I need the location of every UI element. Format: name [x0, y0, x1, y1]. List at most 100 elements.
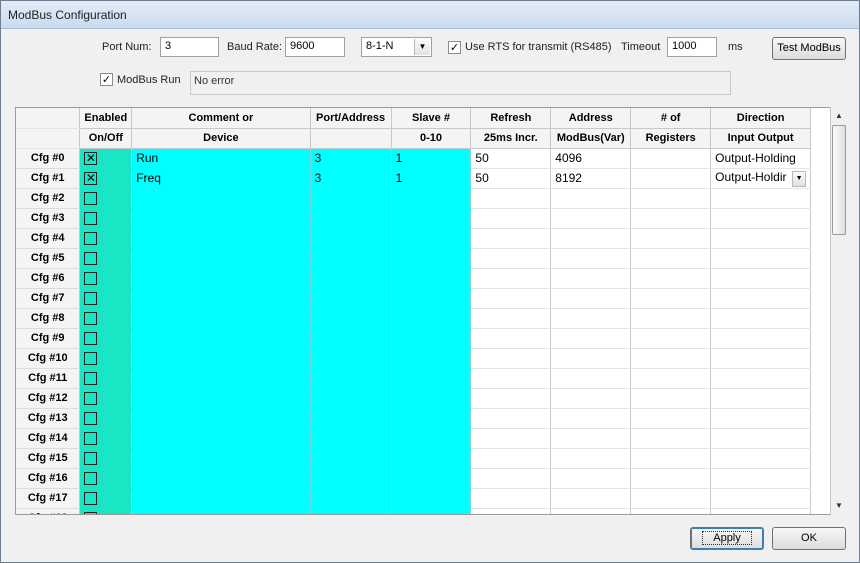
direction-cell[interactable]	[710, 268, 812, 289]
refresh-cell[interactable]	[470, 208, 552, 229]
port-address-cell[interactable]	[310, 188, 392, 209]
comment-cell[interactable]	[131, 408, 311, 429]
enabled-checkbox[interactable]	[84, 512, 98, 514]
enabled-checkbox[interactable]	[84, 472, 98, 486]
slave-cell[interactable]	[391, 228, 472, 249]
enabled-checkbox[interactable]	[84, 232, 98, 246]
refresh-cell[interactable]	[470, 448, 552, 469]
port-address-cell[interactable]	[310, 328, 392, 349]
port-address-cell[interactable]	[310, 248, 392, 269]
address-cell[interactable]	[550, 208, 632, 229]
direction-cell[interactable]	[710, 188, 812, 209]
baud-rate-input[interactable]: 9600	[285, 37, 345, 57]
enabled-checkbox[interactable]	[84, 192, 98, 206]
registers-cell[interactable]	[630, 188, 712, 209]
port-address-cell[interactable]	[310, 368, 392, 389]
address-cell[interactable]	[550, 308, 632, 329]
direction-cell[interactable]	[710, 508, 812, 514]
address-cell[interactable]	[550, 268, 632, 289]
slave-cell[interactable]	[391, 388, 472, 409]
registers-cell[interactable]	[630, 248, 712, 269]
address-cell[interactable]	[550, 288, 632, 309]
registers-cell[interactable]	[630, 208, 712, 229]
registers-cell[interactable]	[630, 288, 712, 309]
enabled-cell[interactable]	[79, 308, 133, 329]
registers-cell[interactable]	[630, 448, 712, 469]
refresh-cell[interactable]	[470, 408, 552, 429]
refresh-cell[interactable]	[470, 268, 552, 289]
enabled-checkbox[interactable]	[84, 372, 98, 386]
registers-cell[interactable]	[630, 268, 712, 289]
enabled-cell[interactable]	[79, 508, 133, 514]
refresh-cell[interactable]	[470, 188, 552, 209]
enabled-cell[interactable]	[79, 208, 133, 229]
address-cell[interactable]	[550, 428, 632, 449]
enabled-cell[interactable]	[79, 248, 133, 269]
comment-cell[interactable]	[131, 368, 311, 389]
enabled-checkbox[interactable]	[84, 212, 98, 226]
port-address-cell[interactable]	[310, 448, 392, 469]
enabled-checkbox[interactable]: ✕	[84, 152, 98, 166]
slave-cell[interactable]	[391, 368, 472, 389]
enabled-cell[interactable]	[79, 288, 133, 309]
direction-cell[interactable]	[710, 388, 812, 409]
refresh-cell[interactable]	[470, 388, 552, 409]
comment-cell[interactable]	[131, 228, 311, 249]
address-cell[interactable]	[550, 468, 632, 489]
slave-cell[interactable]	[391, 488, 472, 509]
direction-cell[interactable]	[710, 308, 812, 329]
slave-cell[interactable]	[391, 328, 472, 349]
port-address-cell[interactable]	[310, 288, 392, 309]
slave-cell[interactable]: 1	[391, 168, 472, 189]
address-cell[interactable]	[550, 388, 632, 409]
registers-cell[interactable]	[630, 468, 712, 489]
slave-cell[interactable]	[391, 268, 472, 289]
registers-cell[interactable]	[630, 508, 712, 514]
ok-button[interactable]: OK	[772, 527, 846, 550]
registers-cell[interactable]	[630, 368, 712, 389]
comment-cell[interactable]	[131, 308, 311, 329]
enabled-cell[interactable]	[79, 428, 133, 449]
port-address-cell[interactable]	[310, 428, 392, 449]
enabled-cell[interactable]	[79, 368, 133, 389]
port-address-cell[interactable]	[310, 408, 392, 429]
enabled-cell[interactable]	[79, 188, 133, 209]
enabled-cell[interactable]: ✕	[79, 148, 133, 169]
use-rts-checkbox[interactable]: ✓	[448, 41, 461, 54]
slave-cell[interactable]	[391, 468, 472, 489]
enabled-cell[interactable]	[79, 328, 133, 349]
address-cell[interactable]	[550, 188, 632, 209]
direction-cell[interactable]	[710, 228, 812, 249]
comment-cell[interactable]	[131, 388, 311, 409]
refresh-cell[interactable]	[470, 328, 552, 349]
enabled-checkbox[interactable]	[84, 392, 98, 406]
address-cell[interactable]	[550, 508, 632, 514]
enabled-checkbox[interactable]	[84, 252, 98, 266]
vertical-scrollbar[interactable]: ▲ ▼	[830, 107, 847, 515]
address-cell[interactable]	[550, 328, 632, 349]
direction-cell[interactable]: Output-Holding	[710, 148, 812, 169]
direction-cell[interactable]	[710, 288, 812, 309]
slave-cell[interactable]	[391, 448, 472, 469]
registers-cell[interactable]	[630, 308, 712, 329]
slave-cell[interactable]	[391, 248, 472, 269]
slave-cell[interactable]	[391, 348, 472, 369]
port-address-cell[interactable]	[310, 208, 392, 229]
comment-cell[interactable]	[131, 208, 311, 229]
enabled-cell[interactable]: ✕	[79, 168, 133, 189]
port-address-cell[interactable]	[310, 468, 392, 489]
refresh-cell[interactable]	[470, 228, 552, 249]
direction-cell[interactable]	[710, 448, 812, 469]
address-cell[interactable]	[550, 368, 632, 389]
address-cell[interactable]: 8192	[550, 168, 632, 189]
chevron-down-icon[interactable]: ▼	[792, 170, 807, 187]
enabled-checkbox[interactable]	[84, 412, 98, 426]
enabled-checkbox[interactable]	[84, 272, 98, 286]
direction-cell[interactable]: Output-Holdir ▼	[710, 168, 812, 189]
slave-cell[interactable]	[391, 508, 472, 514]
enabled-checkbox[interactable]: ✕	[84, 172, 98, 186]
address-cell[interactable]: 4096	[550, 148, 632, 169]
test-modbus-button[interactable]: Test ModBus	[772, 37, 846, 60]
enabled-cell[interactable]	[79, 468, 133, 489]
slave-cell[interactable]	[391, 428, 472, 449]
